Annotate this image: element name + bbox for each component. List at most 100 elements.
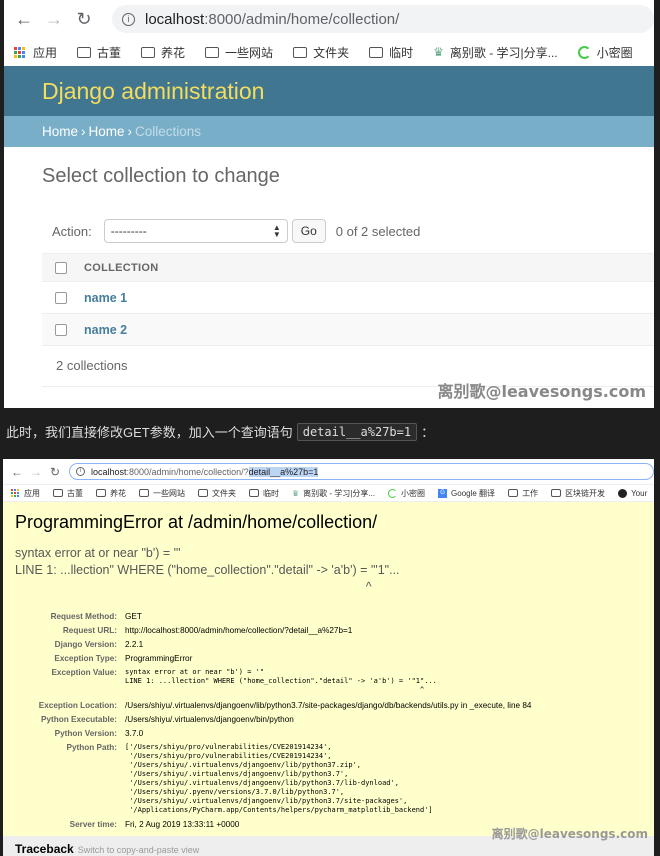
meta-label: Python Version: xyxy=(54,728,117,738)
meta-value: 3.7.0 xyxy=(125,728,144,738)
go-button[interactable]: Go xyxy=(291,219,326,243)
url-path: :8000/admin/home/collection/? xyxy=(126,466,249,477)
row-checkbox[interactable] xyxy=(55,323,67,336)
url-path: :8000/admin/home/collection/ xyxy=(204,10,400,28)
breadcrumb: Home › Home › Collections xyxy=(4,116,654,147)
bookmark-folder[interactable]: 工作 xyxy=(508,488,538,499)
bookmark-folder[interactable]: 养花 xyxy=(141,44,185,61)
row-link[interactable]: name 1 xyxy=(84,291,127,305)
reload-icon[interactable]: ↻ xyxy=(72,7,96,31)
back-icon[interactable]: ← xyxy=(12,7,36,31)
folder-icon xyxy=(551,489,562,497)
meta-label: Exception Location: xyxy=(38,700,117,710)
meta-row: Exception Value: syntax error at or near … xyxy=(17,667,531,697)
result-count: 2 collections xyxy=(56,358,128,373)
action-select[interactable]: --------- ▲ ▼ xyxy=(103,219,288,243)
bookmark-link[interactable]: 小密圈 xyxy=(577,44,633,61)
bookmark-folder[interactable]: 文件夹 xyxy=(198,488,236,499)
bookmark-folder[interactable]: 古董 xyxy=(77,44,121,61)
bookmark-link[interactable]: G Google 翻译 xyxy=(438,488,495,499)
meta-row: Exception Location: /Users/shiyu/.virtual… xyxy=(17,699,532,711)
bookmark-folder[interactable]: 一些网站 xyxy=(139,488,185,499)
url-host: localhost xyxy=(145,10,205,28)
bookmark-folder[interactable]: 临时 xyxy=(249,488,279,499)
bookmark-label: 文件夹 xyxy=(313,45,350,60)
site-favicon-icon: ♛ xyxy=(292,488,300,498)
site-title[interactable]: Django administration xyxy=(42,78,264,105)
bookmark-link[interactable]: Your xyxy=(618,488,648,498)
bookmark-folder[interactable]: 古董 xyxy=(53,488,83,499)
bookmark-folder[interactable]: 文件夹 xyxy=(293,44,349,61)
bookmark-folder[interactable]: 临时 xyxy=(369,44,413,61)
meta-label: Exception Type: xyxy=(54,654,117,664)
meta-value: 2.2.1 xyxy=(125,639,144,649)
info-icon: i xyxy=(76,467,85,476)
django-admin-screenshot: ← → ↻ i localhost:8000/admin/home/collec… xyxy=(0,0,654,408)
page-title: Select collection to change xyxy=(42,165,280,187)
folder-icon xyxy=(198,489,208,497)
info-icon[interactable]: i xyxy=(122,12,135,26)
meta-row: Python Version: 3.7.0 xyxy=(17,727,531,739)
breadcrumb-separator: › xyxy=(81,124,86,139)
bookmark-label: 古董 xyxy=(67,488,83,498)
meta-row: Request Method: GET xyxy=(17,610,531,622)
bookmarks-bar: 应用 古董 养花 一些网站 文件夹 临时 ♛ 离别歌 - 学习|分享... 小密圈 xyxy=(4,38,654,66)
bookmark-label: 一些网站 xyxy=(153,488,185,498)
caption-text: 此时，我们直接修改GET参数，加入一个查询语句 xyxy=(6,425,293,440)
meta-row: Server time: Fri, 2 Aug 2019 13:33:11 +00… xyxy=(17,819,531,831)
article-caption: 此时，我们直接修改GET参数，加入一个查询语句 detail__a%27b=1 … xyxy=(6,422,434,441)
back-icon[interactable]: ← xyxy=(9,464,25,480)
watermark: 离别歌@leavesongs.com xyxy=(491,827,648,841)
row-checkbox[interactable] xyxy=(55,291,67,304)
watermark: 离别歌@leavesongs.com xyxy=(437,382,646,401)
breadcrumb-separator: › xyxy=(127,124,133,139)
select-all-checkbox[interactable] xyxy=(55,261,67,274)
url-query-selected: detail__a%27b=1 xyxy=(248,466,319,477)
bookmark-label: Google 翻译 xyxy=(451,488,496,498)
meta-label: Request URL: xyxy=(62,625,117,635)
meta-value: /Users/shiyu/.virtualenvs/djangoenv/bin/… xyxy=(125,714,294,724)
caption-text-end: ： xyxy=(421,425,435,440)
breadcrumb-current: Collections xyxy=(135,124,202,139)
reload-icon[interactable]: ↻ xyxy=(47,464,63,480)
bookmark-label: 临时 xyxy=(389,45,414,60)
browser-toolbar: ← → ↻ i localhost:8000/admin/home/collec… xyxy=(4,0,654,38)
bookmark-label: 古董 xyxy=(97,45,122,60)
bookmark-label: 离别歌 - 学习|分享... xyxy=(303,488,376,498)
bookmark-apps[interactable]: 应用 xyxy=(14,44,57,61)
address-bar[interactable]: i localhost:8000/admin/home/collection/?… xyxy=(69,463,654,480)
bookmark-apps[interactable]: 应用 xyxy=(11,488,40,499)
row-link[interactable]: name 2 xyxy=(84,323,127,337)
meta-value: syntax error at or near "b') = '" LINE 1… xyxy=(125,667,531,697)
meta-row: Django Version: 2.2.1 xyxy=(17,638,531,650)
bookmark-label: 区块链开发 xyxy=(565,488,606,498)
meta-value: ProgrammingError xyxy=(125,654,193,664)
meta-label: Python Executable: xyxy=(41,714,117,724)
bookmark-label: Your xyxy=(631,488,648,498)
breadcrumb-app[interactable]: Home xyxy=(89,124,125,139)
column-header-collection[interactable]: COLLECTION xyxy=(84,262,159,274)
address-bar[interactable]: i localhost:8000/admin/home/collection/ xyxy=(112,5,654,33)
breadcrumb-home[interactable]: Home xyxy=(42,124,78,139)
bookmark-folder[interactable]: 养花 xyxy=(96,488,126,499)
bookmark-link[interactable]: ♛ 离别歌 - 学习|分享... xyxy=(292,488,375,499)
bookmark-label: 养花 xyxy=(110,488,126,498)
forward-icon[interactable]: → xyxy=(42,7,66,31)
action-bar: Action: --------- ▲ ▼ Go 0 of 2 selected xyxy=(52,219,420,243)
switch-view-link[interactable]: Switch to copy-and-paste view xyxy=(78,845,200,855)
bookmark-label: 小密圈 xyxy=(596,45,633,60)
folder-icon xyxy=(96,489,106,497)
bookmark-folder[interactable]: 一些网站 xyxy=(205,44,273,61)
bookmark-link[interactable]: ♛ 离别歌 - 学习|分享... xyxy=(433,44,558,61)
inline-code: detail__a%27b=1 xyxy=(296,422,418,441)
meta-row: Exception Type: ProgrammingError xyxy=(17,653,531,665)
meta-label: Exception Value: xyxy=(51,668,117,678)
bookmarks-bar: 应用 古董 养花 一些网站 文件夹 临时 ♛ 离别歌 - 学习|分享... 小密圈… xyxy=(3,485,654,502)
meta-row: Request URL: http://localhost:8000/admin/… xyxy=(17,624,531,636)
action-select-value: --------- xyxy=(110,224,147,238)
results-table: COLLECTION name 1 name 2 xyxy=(42,253,654,346)
bookmark-folder[interactable]: 区块链开发 xyxy=(551,488,605,499)
bookmark-link[interactable]: 小密圈 xyxy=(388,488,425,499)
folder-icon xyxy=(139,489,149,497)
forward-icon[interactable]: → xyxy=(28,464,44,480)
